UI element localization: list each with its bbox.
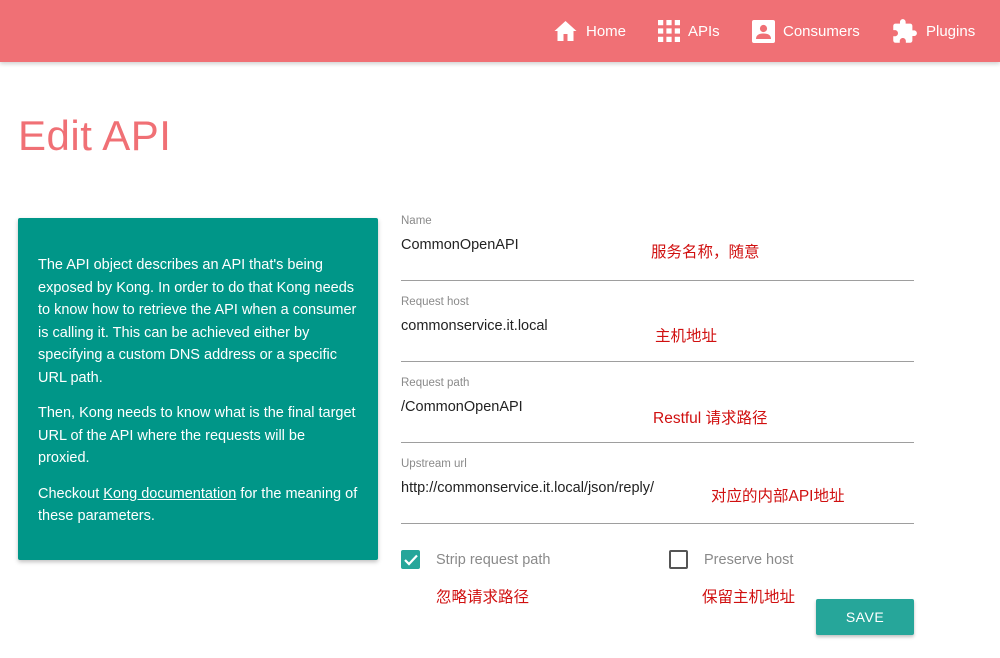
save-button[interactable]: SAVE bbox=[816, 599, 914, 635]
name-input[interactable]: CommonOpenAPI bbox=[401, 237, 519, 253]
preserve-host-label: Preserve host bbox=[704, 551, 794, 568]
strip-request-path-checkbox[interactable]: Strip request path bbox=[401, 550, 550, 569]
annotation-name: 服务名称，随意 bbox=[651, 244, 760, 261]
kong-docs-link[interactable]: Kong documentation bbox=[103, 486, 236, 502]
request-host-input[interactable]: commonservice.it.local bbox=[401, 318, 548, 334]
request-host-label: Request host bbox=[401, 296, 469, 308]
nav-home[interactable]: Home bbox=[553, 0, 626, 62]
nav-home-label: Home bbox=[586, 22, 627, 40]
info-paragraph: Checkout Kong documentation for the mean… bbox=[38, 483, 358, 528]
nav-consumers[interactable]: Consumers bbox=[752, 0, 860, 62]
name-label: Name bbox=[401, 215, 432, 227]
preserve-host-checkbox[interactable]: Preserve host bbox=[669, 550, 793, 569]
request-path-input[interactable]: /CommonOpenAPI bbox=[401, 399, 523, 415]
nav-plugins-label: Plugins bbox=[926, 22, 976, 40]
nav-consumers-label: Consumers bbox=[783, 22, 860, 40]
checkbox-checked[interactable] bbox=[401, 550, 420, 569]
info-paragraph: The API object describes an API that's b… bbox=[38, 257, 357, 386]
api-info-card: The API object describes an API that's b… bbox=[18, 218, 378, 560]
puzzle-icon bbox=[893, 18, 917, 43]
nav-plugins[interactable]: Plugins bbox=[891, 0, 975, 62]
annotation-host: 主机地址 bbox=[655, 328, 718, 345]
nav-apis-label: APIs bbox=[688, 22, 720, 40]
contact-card-icon bbox=[752, 19, 775, 43]
checkbox-unchecked[interactable] bbox=[669, 550, 688, 569]
info-paragraph: Then, Kong needs to know what is the fin… bbox=[38, 405, 356, 466]
home-icon bbox=[554, 21, 577, 41]
info-text: Checkout bbox=[38, 485, 104, 502]
page-title: Edit API bbox=[18, 112, 172, 159]
top-navbar: Home APIs Consumers Plugins bbox=[0, 0, 1000, 62]
request-path-label: Request path bbox=[401, 377, 470, 389]
nav-apis[interactable]: APIs bbox=[658, 0, 720, 62]
annotation-preserve: 保留主机地址 bbox=[702, 589, 796, 606]
grid-icon bbox=[658, 20, 680, 42]
upstream-url-input[interactable]: http://commonservice.it.local/json/reply… bbox=[401, 480, 654, 496]
annotation-upstream: 对应的内部API地址 bbox=[711, 488, 845, 505]
strip-request-path-label: Strip request path bbox=[436, 551, 551, 568]
annotation-path: Restful 请求路径 bbox=[653, 410, 768, 427]
annotation-strip: 忽略请求路径 bbox=[436, 589, 530, 606]
check-icon bbox=[403, 554, 418, 566]
upstream-url-label: Upstream url bbox=[401, 458, 467, 470]
